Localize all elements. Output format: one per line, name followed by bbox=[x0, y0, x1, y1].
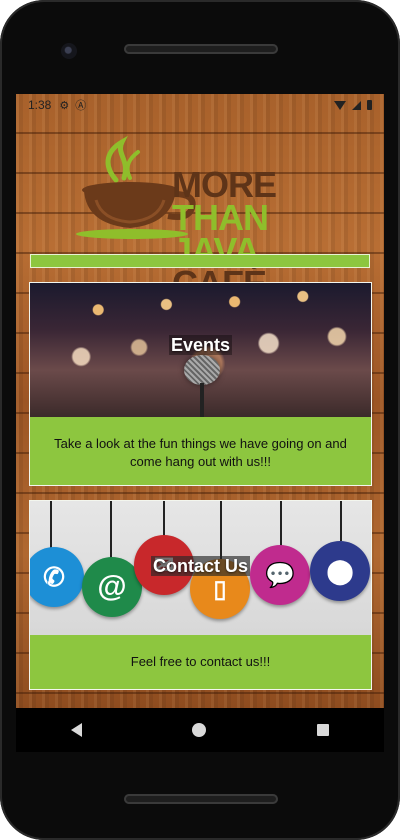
hanging-string bbox=[163, 501, 165, 537]
system-nav-bar bbox=[16, 708, 384, 752]
events-description: Take a look at the fun things we have go… bbox=[54, 436, 347, 469]
battery-icon bbox=[367, 100, 372, 110]
app-screen: 1:38 ⚙ Ⓐ MORE THAN JAVA CAFÉ bbox=[16, 94, 384, 708]
events-title: Events bbox=[168, 335, 233, 355]
settings-icon: ⚙ bbox=[59, 99, 70, 112]
hanging-string bbox=[50, 501, 52, 551]
status-time: 1:38 bbox=[28, 98, 52, 112]
status-right-icons bbox=[334, 100, 372, 110]
signal-icon bbox=[352, 100, 361, 110]
phone-frame: 1:38 ⚙ Ⓐ MORE THAN JAVA CAFÉ bbox=[0, 0, 400, 840]
mic-stand bbox=[200, 383, 204, 417]
recents-icon[interactable] bbox=[316, 724, 329, 736]
back-icon[interactable] bbox=[71, 723, 83, 737]
contact-title: Contact Us bbox=[150, 556, 250, 576]
a-icon: Ⓐ bbox=[75, 100, 87, 112]
status-bar: 1:38 ⚙ Ⓐ bbox=[16, 94, 384, 116]
hanging-string bbox=[110, 501, 112, 559]
contact-description: Feel free to contact us!!! bbox=[130, 654, 271, 669]
microphone-icon bbox=[184, 355, 220, 385]
contact-card[interactable]: ✆ @ ✉ ▯ 💬 ⬤ Contact Us Feel free to cont… bbox=[29, 500, 372, 690]
hanging-string bbox=[220, 501, 222, 561]
home-icon[interactable] bbox=[192, 723, 207, 737]
cafe-logo: MORE THAN JAVA CAFÉ bbox=[72, 120, 332, 302]
earpiece-speaker bbox=[124, 44, 278, 54]
hanging-string bbox=[340, 501, 342, 541]
camera-icon bbox=[61, 43, 77, 59]
events-card[interactable]: Events Take a look at the fun things we … bbox=[29, 282, 372, 486]
logo-text: MORE THAN JAVA CAFÉ bbox=[172, 167, 342, 302]
header-green-strip bbox=[30, 254, 370, 268]
hanging-string bbox=[280, 501, 282, 547]
bottom-speaker bbox=[124, 794, 278, 804]
wifi-icon bbox=[334, 100, 346, 110]
